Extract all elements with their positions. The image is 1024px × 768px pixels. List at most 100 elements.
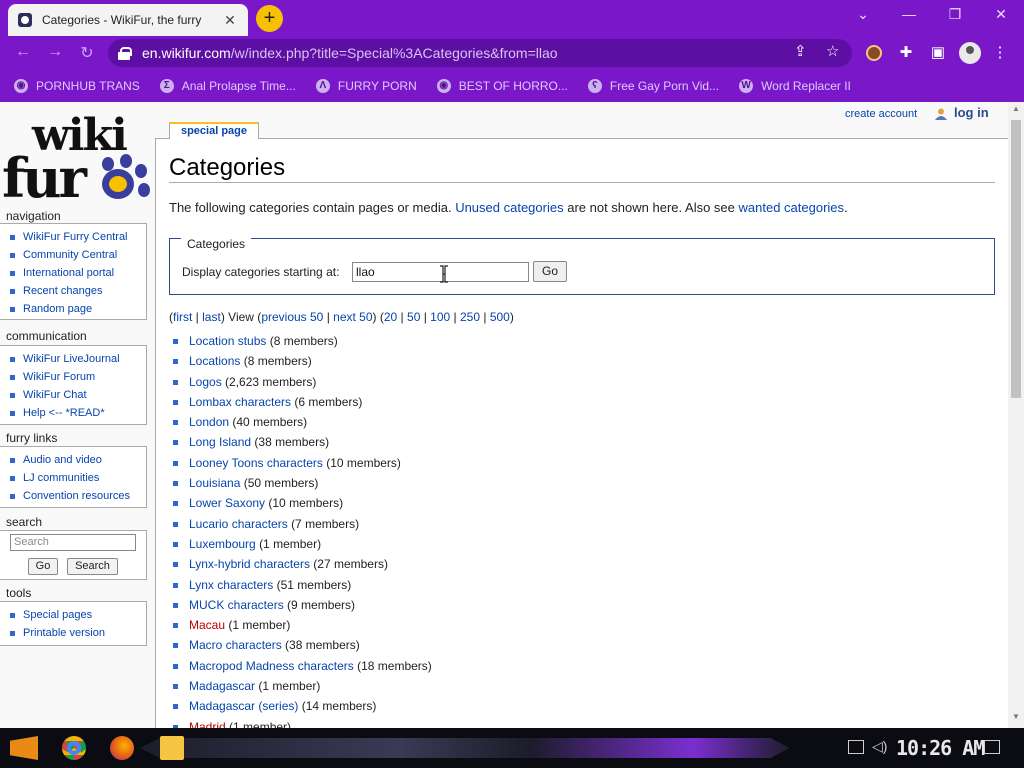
profile-avatar-icon[interactable] xyxy=(959,42,981,64)
extensions-puzzle-icon[interactable]: ✚ xyxy=(896,43,916,63)
network-icon[interactable] xyxy=(848,740,864,754)
browser-menu-icon[interactable]: ⋮ xyxy=(990,43,1010,63)
category-link[interactable]: Logos xyxy=(189,375,222,389)
category-link[interactable]: Lynx characters xyxy=(189,578,273,592)
sidebar-item-printable-version[interactable]: Printable version xyxy=(10,624,146,642)
browser-tab[interactable]: Categories - WikiFur, the furry ✕ xyxy=(8,4,248,36)
pager: (first | last) View (previous 50 | next … xyxy=(169,310,514,324)
member-count: (1 member) xyxy=(258,679,321,694)
bookmark-item[interactable]: W Word Replacer II xyxy=(739,79,851,93)
member-count: (1 member) xyxy=(229,719,292,728)
pager-first-link[interactable]: first xyxy=(173,310,192,324)
notifications-icon[interactable] xyxy=(984,740,1000,754)
category-link[interactable]: Madagascar (series) xyxy=(189,699,298,713)
log-in-link[interactable]: log in xyxy=(954,105,989,120)
unused-categories-link[interactable]: Unused categories xyxy=(455,200,563,215)
category-link[interactable]: Locations xyxy=(189,354,240,368)
member-count: (18 members) xyxy=(357,658,432,673)
lock-icon[interactable] xyxy=(118,47,132,60)
bookmark-item[interactable]: Σ Anal Prolapse Time... xyxy=(159,79,296,93)
sidebar-item-lj-communities[interactable]: LJ communities xyxy=(10,469,146,487)
sidebar-item-community-central[interactable]: Community Central xyxy=(10,246,146,264)
tab-special-page[interactable]: special page xyxy=(169,122,259,139)
scroll-down-icon[interactable]: ▼ xyxy=(1008,712,1024,726)
sidebar-item-recent-changes[interactable]: Recent changes xyxy=(10,282,146,300)
sidebar-item-wikifur-livejournal[interactable]: WikiFur LiveJournal xyxy=(10,350,146,368)
sidebar-item-audio-and-video[interactable]: Audio and video xyxy=(10,451,146,469)
tab-close-icon[interactable]: ✕ xyxy=(222,12,238,29)
category-link[interactable]: Macau xyxy=(189,618,225,632)
sidebar-item-convention-resources[interactable]: Convention resources xyxy=(10,487,146,505)
bookmark-item[interactable]: ʕ Free Gay Porn Vid... xyxy=(587,79,719,93)
sidebar-item-help[interactable]: Help <-- *READ* xyxy=(10,404,146,422)
category-link[interactable]: Madagascar xyxy=(189,679,255,693)
chrome-icon[interactable] xyxy=(62,736,86,760)
volume-icon[interactable]: ◁) xyxy=(872,738,887,755)
extension-avatar-icon[interactable] xyxy=(864,43,884,63)
pager-size-link[interactable]: 50 xyxy=(407,310,420,324)
sidebar-item-wikifur-forum[interactable]: WikiFur Forum xyxy=(10,368,146,386)
category-link[interactable]: Looney Toons characters xyxy=(189,456,323,470)
start-menu-icon[interactable] xyxy=(10,736,38,760)
scroll-up-icon[interactable]: ▲ xyxy=(1008,104,1024,118)
close-window-button[interactable]: ✕ xyxy=(981,6,1021,23)
pager-last-link[interactable]: last xyxy=(202,310,221,324)
list-item: Long Island (38 members) xyxy=(173,432,432,452)
category-link[interactable]: Madrid xyxy=(189,720,226,728)
category-link[interactable]: Macro characters xyxy=(189,638,282,652)
page-scrollbar[interactable]: ▲ ▼ xyxy=(1008,102,1024,728)
forward-arrow-icon[interactable]: → xyxy=(44,43,66,61)
file-explorer-icon[interactable] xyxy=(160,736,184,760)
reload-icon[interactable]: ↻ xyxy=(76,43,98,63)
member-count: (51 members) xyxy=(276,577,352,592)
category-link[interactable]: Location stubs xyxy=(189,334,266,348)
new-tab-button[interactable]: + xyxy=(256,5,283,32)
pager-size-link[interactable]: 250 xyxy=(460,310,480,324)
category-link[interactable]: Lombax characters xyxy=(189,395,291,409)
pager-previous-link[interactable]: previous 50 xyxy=(261,310,323,324)
create-account-link[interactable]: create account xyxy=(845,108,917,120)
bookmark-star-icon[interactable]: ☆ xyxy=(826,42,839,60)
share-icon[interactable]: ⇪ xyxy=(794,42,807,60)
address-bar[interactable]: en.wikifur.com/w/index.php?title=Special… xyxy=(108,39,852,67)
minimize-button[interactable]: — xyxy=(889,6,929,22)
bookmark-item[interactable]: ◉ PORNHUB TRANS xyxy=(14,79,140,93)
search-go-button[interactable]: Go xyxy=(28,558,58,575)
pager-size-link[interactable]: 100 xyxy=(430,310,450,324)
restore-button[interactable]: ❐ xyxy=(935,6,975,23)
side-panel-icon[interactable]: ▣ xyxy=(928,43,948,63)
category-link[interactable]: Lower Saxony xyxy=(189,496,265,510)
taskbar-clock[interactable]: 10:26 AM xyxy=(896,736,985,760)
portlet-heading-search: search xyxy=(6,515,43,529)
category-link[interactable]: Lucario characters xyxy=(189,517,288,531)
category-link[interactable]: Luxembourg xyxy=(189,537,256,551)
pager-next-link[interactable]: next 50 xyxy=(333,310,372,324)
back-arrow-icon[interactable]: ← xyxy=(12,43,34,61)
wikifur-logo[interactable]: wiki fur xyxy=(2,110,156,210)
category-link[interactable]: Lynx-hybrid characters xyxy=(189,557,310,571)
member-count: (9 members) xyxy=(287,597,356,612)
category-link[interactable]: Macropod Madness characters xyxy=(189,659,354,673)
firefox-icon[interactable] xyxy=(110,736,134,760)
member-count: (8 members) xyxy=(269,334,338,348)
list-item: Looney Toons characters (10 members) xyxy=(173,453,432,473)
search-input[interactable]: Search xyxy=(10,534,136,551)
category-link[interactable]: Long Island xyxy=(189,435,251,449)
bookmark-item[interactable]: Λ FURRY PORN xyxy=(315,79,417,93)
bookmark-item[interactable]: ◉ BEST OF HORRO... xyxy=(436,79,568,93)
scrollbar-thumb[interactable] xyxy=(1011,120,1021,398)
pager-size-link[interactable]: 500 xyxy=(490,310,510,324)
sidebar-item-random-page[interactable]: Random page xyxy=(10,300,146,318)
sidebar-item-wikifur-furry-central[interactable]: WikiFur Furry Central xyxy=(10,228,146,246)
category-link[interactable]: MUCK characters xyxy=(189,598,284,612)
sidebar-item-international-portal[interactable]: International portal xyxy=(10,264,146,282)
search-button[interactable]: Search xyxy=(67,558,118,575)
wanted-categories-link[interactable]: wanted categories xyxy=(739,200,845,215)
go-button[interactable]: Go xyxy=(533,261,567,282)
sidebar-item-special-pages[interactable]: Special pages xyxy=(10,606,146,624)
sidebar-item-wikifur-chat[interactable]: WikiFur Chat xyxy=(10,386,146,404)
category-link[interactable]: Louisiana xyxy=(189,476,240,490)
category-link[interactable]: London xyxy=(189,415,229,429)
tab-list-icon[interactable]: ⌄ xyxy=(843,6,883,23)
pager-size-link[interactable]: 20 xyxy=(384,310,397,324)
